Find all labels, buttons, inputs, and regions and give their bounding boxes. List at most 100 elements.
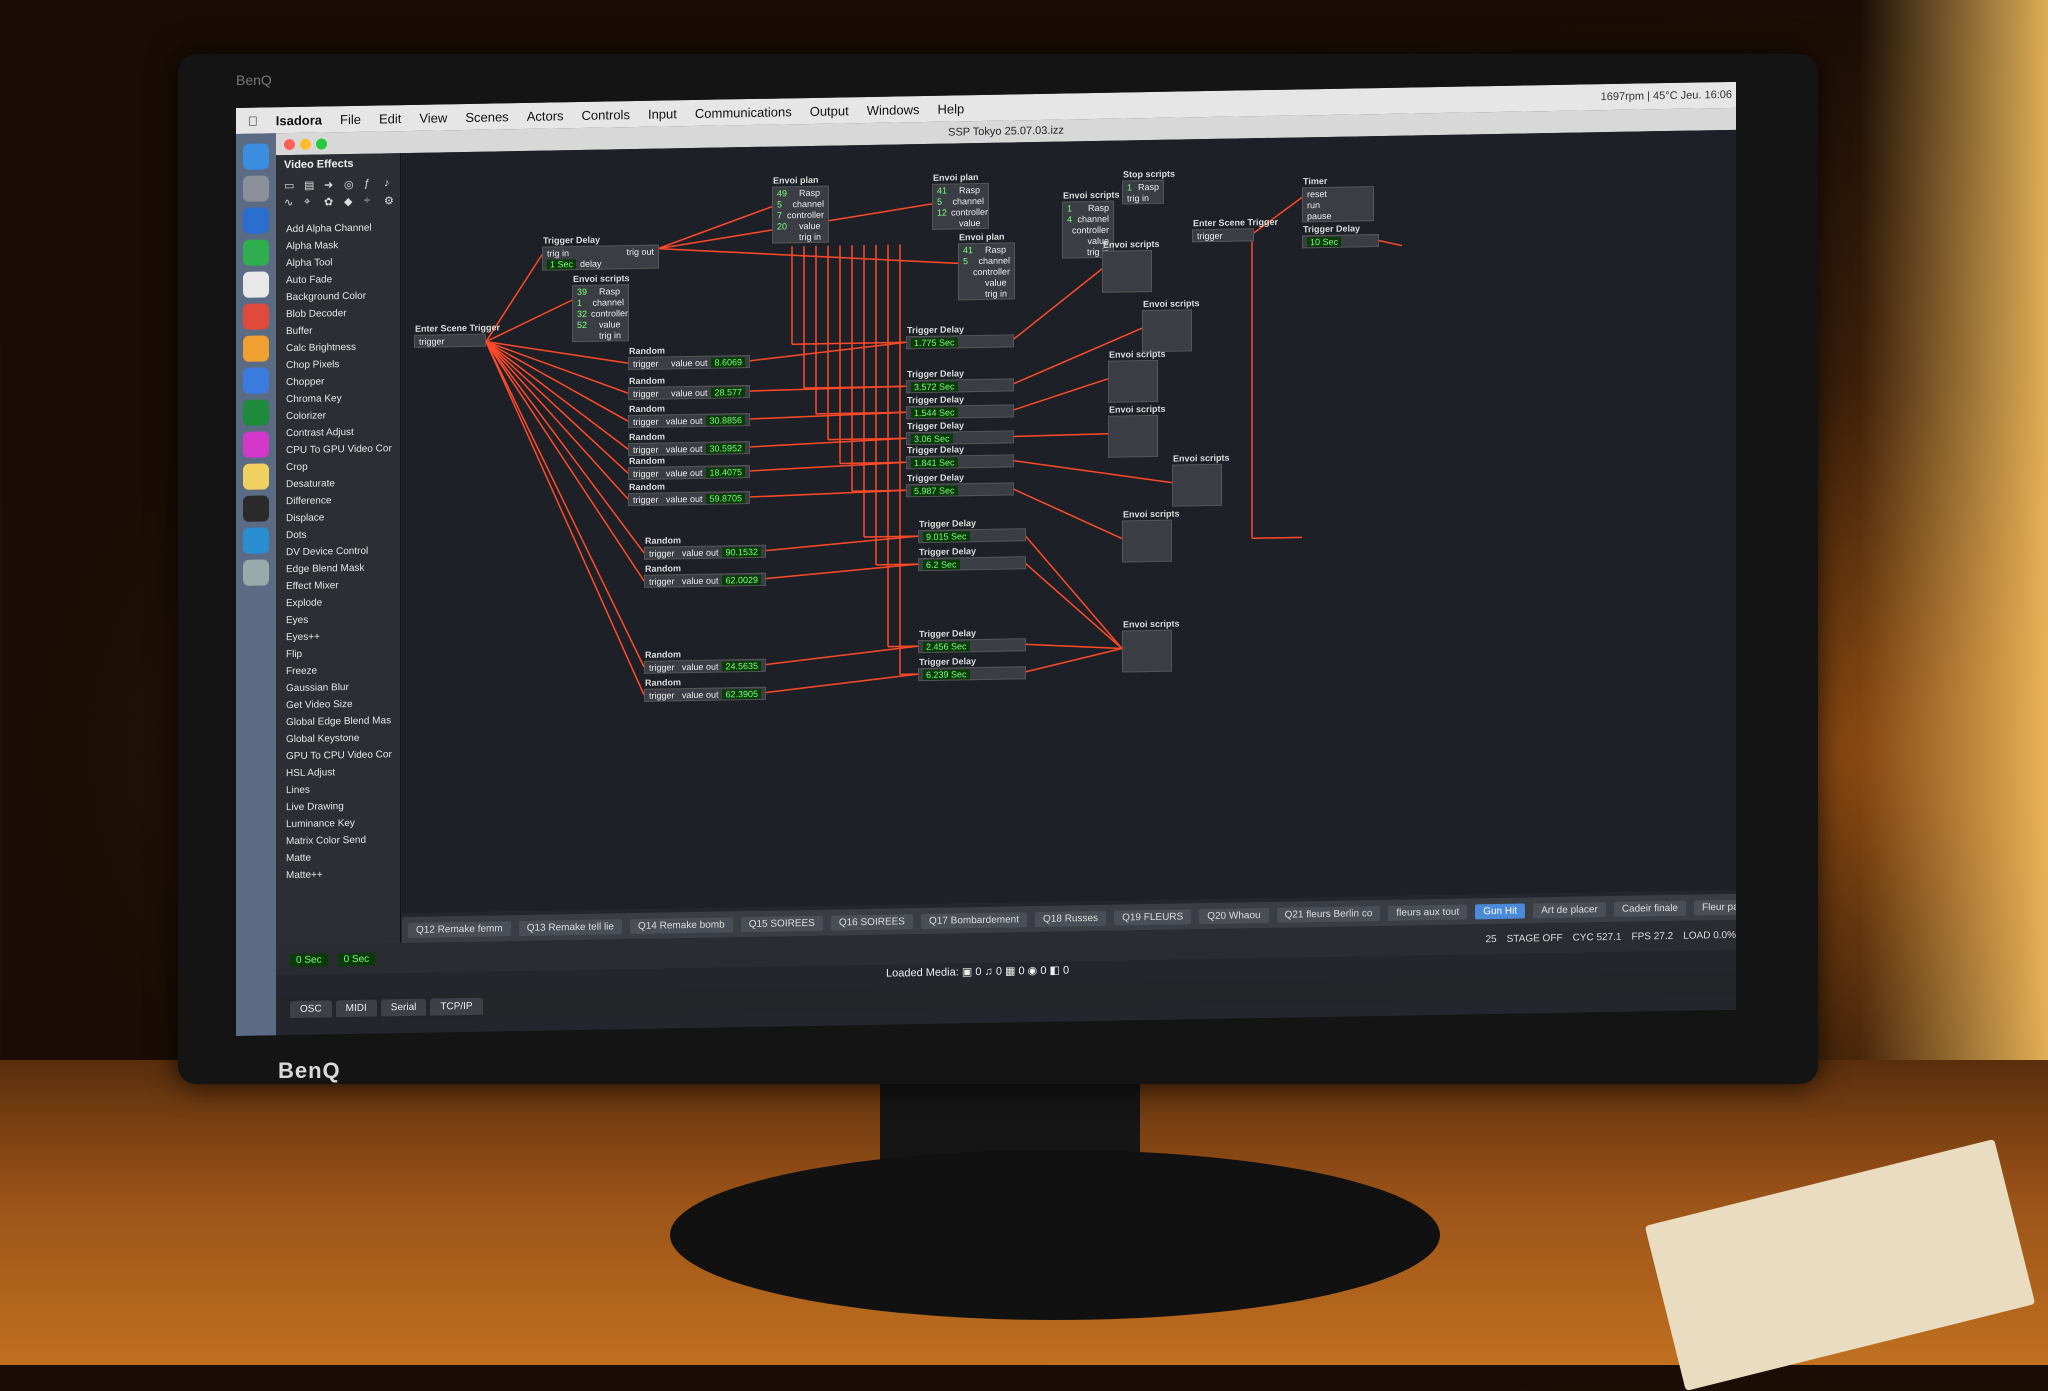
rasp-value[interactable]: 1 — [1067, 203, 1084, 213]
trigger-port[interactable]: trigger — [633, 494, 659, 504]
effect-item[interactable]: Auto Fade — [286, 270, 400, 289]
envoi-scripts-node[interactable]: Envoi scripts — [1108, 415, 1158, 458]
layers-category-icon[interactable]: ▤ — [304, 179, 320, 192]
effect-item[interactable]: Get Video Size — [286, 695, 400, 714]
effect-item[interactable]: Chopper — [286, 372, 400, 391]
messages-icon[interactable] — [243, 239, 269, 265]
delay-value[interactable]: 9.015 Sec — [923, 531, 970, 542]
trigger-delay-node[interactable]: Trigger Delay1.544 Sec — [906, 404, 1014, 419]
scene-item[interactable]: Q12 Remake femm — [408, 921, 511, 938]
trash-icon[interactable] — [243, 559, 269, 585]
trigger-delay-node[interactable]: Trigger Delay1.841 Sec — [906, 454, 1014, 469]
scene-item[interactable]: Q13 Remake tell lie — [519, 919, 622, 936]
trigger-delay-node-main[interactable]: Trigger Delay trig intrig out 1 Secdelay — [542, 245, 659, 271]
effect-item[interactable]: Matrix Color Send — [286, 831, 400, 850]
delay-value[interactable]: 3.06 Sec — [911, 433, 953, 444]
effect-item[interactable]: Explode — [286, 593, 400, 612]
trigger-port[interactable]: trigger — [649, 576, 675, 586]
effect-item[interactable]: Gaussian Blur — [286, 678, 400, 697]
scene-item[interactable]: Cadeir finale — [1614, 900, 1686, 916]
effect-item[interactable]: Global Edge Blend Mas — [286, 712, 400, 731]
envoi-plan-node-3[interactable]: Envoi plan 41Rasp 5channel controller va… — [958, 242, 1015, 300]
menu-controls[interactable]: Controls — [582, 107, 630, 123]
envoi-scripts-node[interactable]: Envoi scripts — [1102, 250, 1152, 293]
excel-icon[interactable] — [243, 399, 269, 425]
timer-node[interactable]: Timer reset run pause — [1302, 186, 1374, 222]
random-node[interactable]: Randomtriggervalue out90.1532 — [644, 545, 766, 560]
effect-item[interactable]: Alpha Tool — [286, 253, 400, 272]
scene-item[interactable]: Q17 Bombardement — [921, 912, 1027, 929]
trigger-delay-node[interactable]: Trigger Delay3.572 Sec — [906, 378, 1014, 393]
random-node[interactable]: Randomtriggervalue out24.5635 — [644, 659, 766, 674]
random-node[interactable]: Randomtriggervalue out28.577 — [628, 385, 750, 400]
effect-item[interactable]: Difference — [286, 491, 400, 510]
safari-icon[interactable] — [243, 207, 269, 233]
scene-item[interactable]: Q19 FLEURS — [1114, 909, 1191, 925]
chrome-icon[interactable] — [243, 271, 269, 297]
menu-app[interactable]: Isadora — [276, 112, 322, 128]
delay-value[interactable]: 3.572 Sec — [911, 381, 958, 392]
effect-item[interactable]: Eyes — [286, 610, 400, 629]
launchpad-icon[interactable] — [243, 175, 269, 201]
effect-item[interactable]: Global Keystone — [286, 729, 400, 748]
gear-category-icon[interactable]: ⚙ — [384, 194, 400, 207]
finder-icon[interactable] — [243, 143, 269, 169]
delay-value[interactable]: 10 Sec — [1307, 236, 1341, 247]
value-value[interactable]: 20 — [777, 221, 795, 231]
appstore-icon[interactable] — [243, 367, 269, 393]
envoi-scripts-node-1[interactable]: Envoi scripts 39Rasp 1channel 32controll… — [572, 284, 629, 342]
math-category-icon[interactable]: ÷ — [364, 194, 380, 207]
menu-view[interactable]: View — [419, 110, 447, 125]
patch-canvas[interactable]: Enter Scene Trigger trigger Trigger Dela… — [402, 130, 1736, 913]
effect-item[interactable]: Live Drawing — [286, 797, 400, 816]
glsl-category-icon[interactable]: ◎ — [344, 178, 360, 191]
effect-item[interactable]: Crop — [286, 457, 400, 476]
random-node[interactable]: Randomtriggervalue out59.8705 — [628, 491, 750, 506]
effect-item[interactable]: Edge Blend Mask — [286, 559, 400, 578]
effect-item[interactable]: DV Device Control — [286, 542, 400, 561]
controller-value[interactable]: 12 — [937, 207, 947, 217]
trigger-port[interactable]: trigger — [419, 336, 445, 346]
effect-item[interactable]: Flip — [286, 644, 400, 663]
effect-item[interactable]: Blob Decoder — [286, 304, 400, 323]
random-node[interactable]: Randomtriggervalue out62.0029 — [644, 573, 766, 588]
arrow-category-icon[interactable]: ➜ — [324, 178, 340, 191]
scene-item[interactable]: fleurs aux tout — [1388, 904, 1467, 920]
effect-item[interactable]: Freeze — [286, 661, 400, 680]
controller-value[interactable]: 7 — [777, 210, 783, 220]
trigger-port[interactable]: trigger — [649, 690, 675, 700]
envoi-scripts-node[interactable]: Envoi scripts — [1108, 360, 1158, 403]
scene-item[interactable]: Q21 fleurs Berlin co — [1277, 906, 1381, 923]
delay-value[interactable]: 1.841 Sec — [911, 457, 958, 468]
tab-tcpip[interactable]: TCP/IP — [430, 997, 482, 1015]
ff-category-icon[interactable]: ƒ — [364, 177, 380, 190]
effect-item[interactable]: Chop Pixels — [286, 355, 400, 374]
minimize-window-icon[interactable] — [300, 139, 311, 150]
trigger-delay-node[interactable]: Trigger Delay3.06 Sec — [906, 430, 1014, 445]
wave-category-icon[interactable]: ∿ — [284, 196, 300, 209]
scene-item[interactable]: Q16 SOIREES — [831, 914, 913, 930]
menu-output[interactable]: Output — [810, 103, 849, 119]
scene-item[interactable]: Q15 SOIREES — [741, 915, 823, 931]
effect-item[interactable]: Colorizer — [286, 406, 400, 425]
scene-item[interactable]: Art de placer — [1533, 902, 1606, 918]
effect-item[interactable]: Calc Brightness — [286, 338, 400, 357]
delay-value[interactable]: 6.2 Sec — [923, 559, 960, 570]
random-node[interactable]: Randomtriggervalue out30.5952 — [628, 441, 750, 456]
tab-serial[interactable]: Serial — [381, 998, 427, 1016]
envoi-scripts-node[interactable]: Envoi scripts — [1172, 464, 1222, 507]
speaker-category-icon[interactable]: ◆ — [344, 195, 360, 208]
teamviewer-icon[interactable] — [243, 527, 269, 553]
envoi-scripts-node[interactable]: Envoi scripts — [1122, 630, 1172, 673]
effect-item[interactable]: Lines — [286, 780, 400, 799]
rasp-value[interactable]: 39 — [577, 286, 595, 296]
effect-item[interactable]: CPU To GPU Video Cor — [286, 440, 400, 459]
menu-actors[interactable]: Actors — [527, 108, 564, 124]
run-port[interactable]: run — [1307, 200, 1320, 210]
rasp-value[interactable]: 41 — [963, 244, 981, 254]
envoi-plan-node-1[interactable]: Envoi plan 49Rasp 5channel 7controller 2… — [772, 186, 829, 244]
calendar-icon[interactable] — [243, 303, 269, 329]
trigger-delay-node[interactable]: Trigger Delay6.2 Sec — [918, 556, 1026, 571]
channel-value[interactable]: 1 — [577, 297, 588, 307]
isadora-icon[interactable] — [243, 431, 269, 457]
